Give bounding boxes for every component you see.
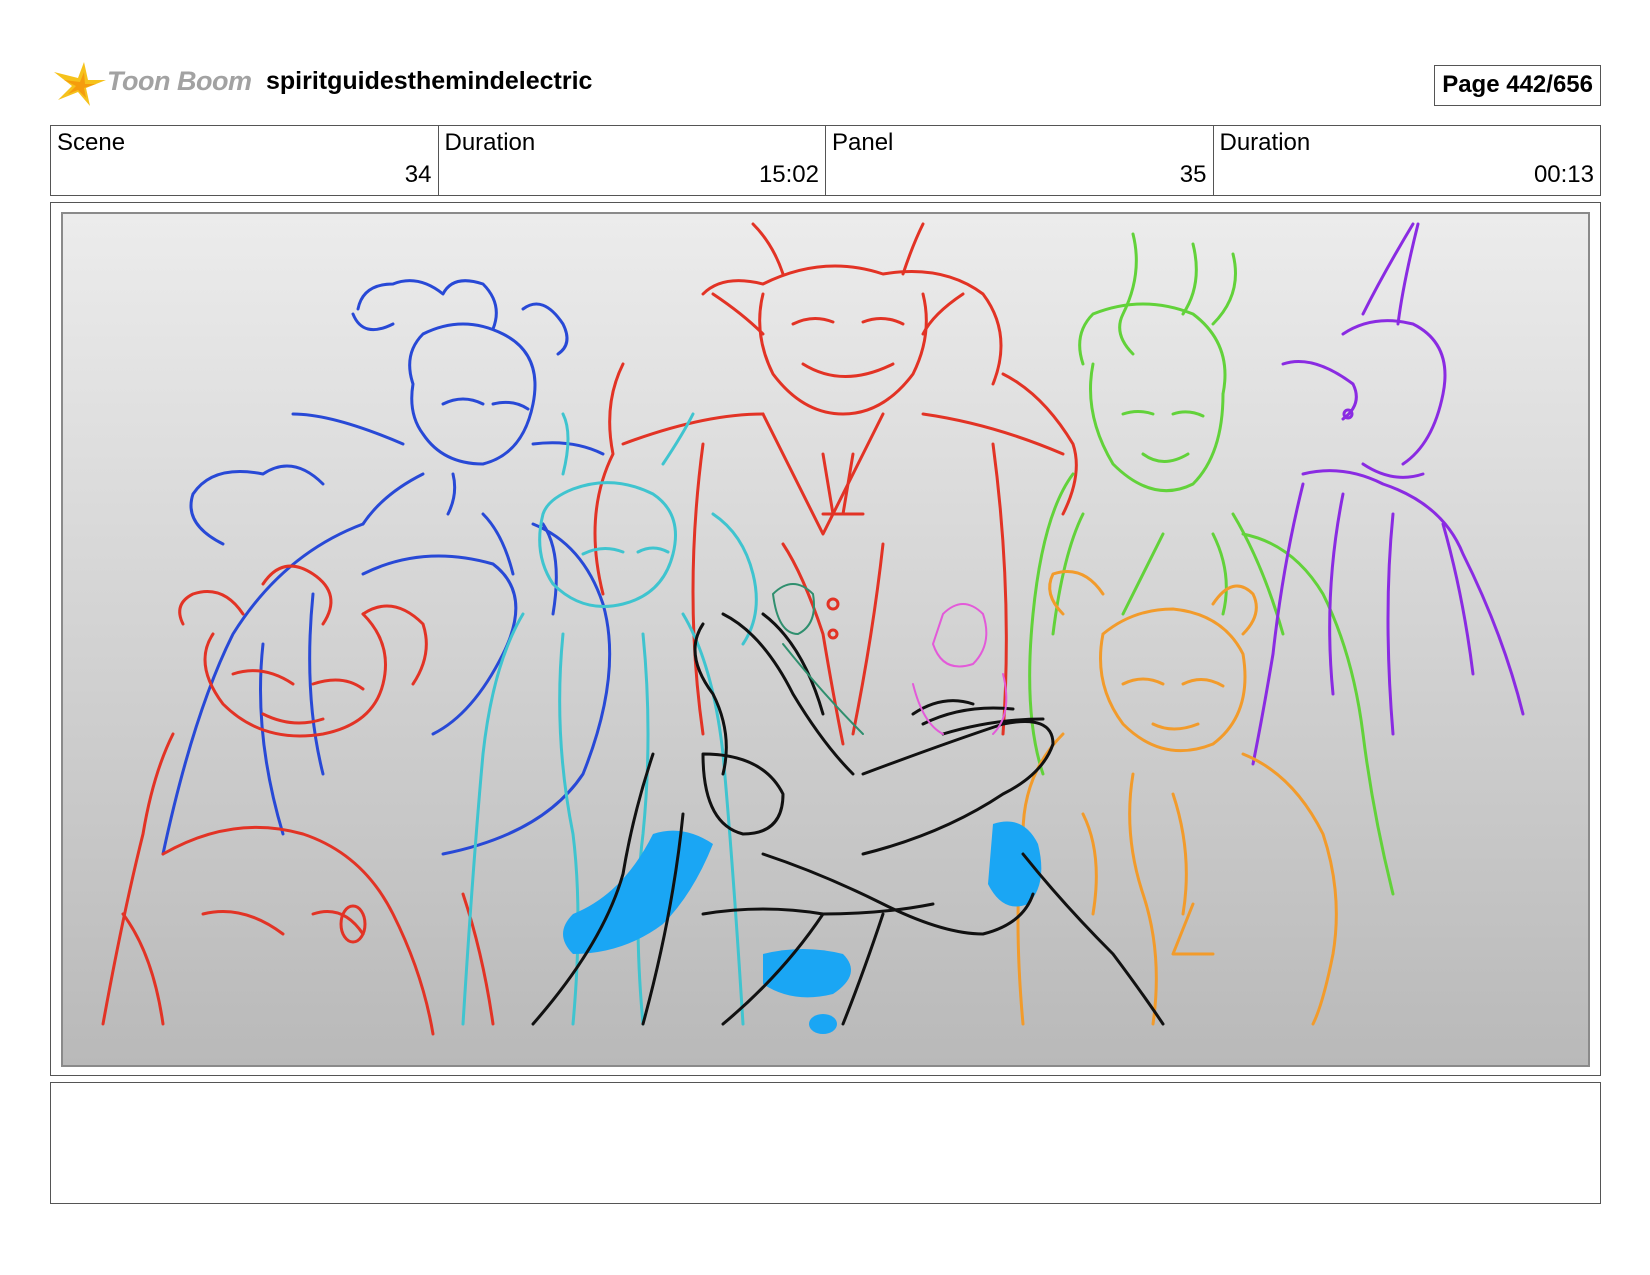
panel-value: 35 bbox=[1179, 161, 1207, 188]
scene-duration-cell: Duration 15:02 bbox=[439, 126, 826, 195]
panel-notes-box[interactable] bbox=[50, 1082, 1601, 1204]
star-burst-icon bbox=[54, 62, 106, 106]
logo-text: Toon Boom bbox=[107, 66, 252, 96]
toon-boom-logo: Toon Boom bbox=[50, 56, 252, 110]
red-small-character-sketch bbox=[101, 564, 495, 1036]
scene-duration-label: Duration bbox=[444, 129, 536, 156]
panel-label: Panel bbox=[832, 129, 894, 156]
faint-character-sketch bbox=[772, 583, 1008, 735]
panel-duration-label: Duration bbox=[1219, 129, 1311, 156]
panel-duration-cell: Duration 00:13 bbox=[1214, 126, 1601, 195]
orange-character-sketch bbox=[1016, 570, 1338, 1026]
panel-duration-value: 00:13 bbox=[1533, 161, 1594, 188]
page-number: Page 442/656 bbox=[1434, 65, 1601, 106]
scene-cell: Scene 34 bbox=[51, 126, 439, 195]
scene-info-table: Scene 34 Duration 15:02 Panel 35 Duratio… bbox=[50, 125, 1601, 196]
scene-value: 34 bbox=[404, 161, 432, 188]
green-character-sketch bbox=[1028, 232, 1395, 896]
blue-fill-sketch bbox=[563, 821, 1042, 1034]
panel-frame bbox=[50, 202, 1601, 1076]
scene-duration-value: 15:02 bbox=[758, 161, 819, 188]
panel-cell: Panel 35 bbox=[826, 126, 1214, 195]
project-title: spiritguidesthemindelectric bbox=[266, 67, 593, 95]
purple-character-sketch bbox=[1251, 222, 1525, 766]
red-character-sketch bbox=[593, 222, 1078, 746]
scene-label: Scene bbox=[57, 129, 126, 156]
blue-character-sketch bbox=[161, 279, 612, 856]
storyboard-sketch-image bbox=[61, 212, 1590, 1067]
page-header: Toon Boom spiritguidesthemindelectric Pa… bbox=[50, 56, 1601, 110]
